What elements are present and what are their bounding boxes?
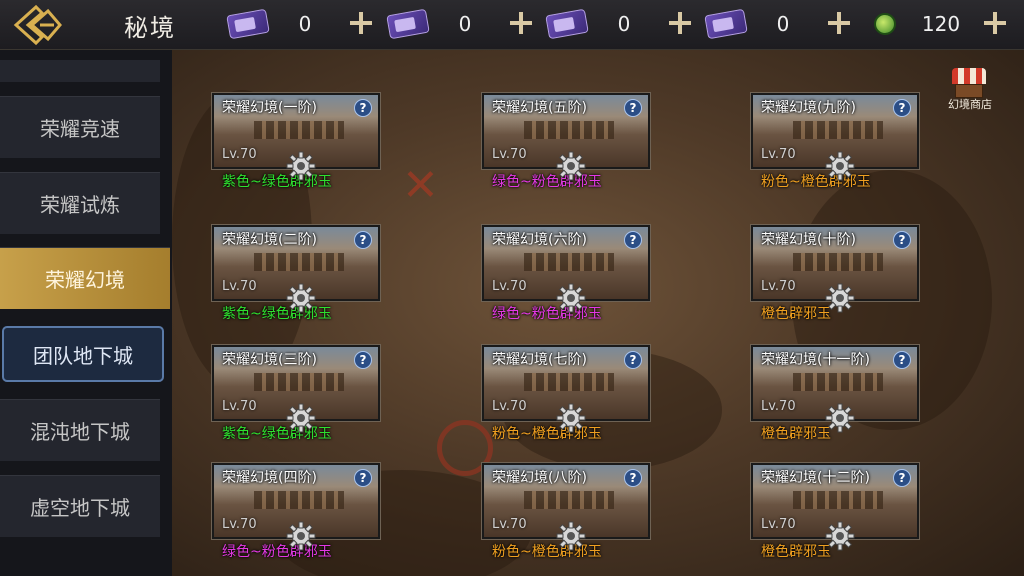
- dungeon-name: 荣耀幻境(十阶): [761, 232, 856, 248]
- dungeon-card[interactable]: 荣耀幻境(一阶)? Lv.70 紫色~绿色辟邪玉: [212, 93, 380, 190]
- resource-ticket-2: 0: [386, 8, 538, 40]
- help-icon[interactable]: ?: [624, 99, 642, 117]
- help-icon[interactable]: ?: [893, 231, 911, 249]
- resource-coin: 120: [866, 8, 1016, 40]
- sidebar-top-bar: [0, 60, 160, 82]
- add-resource-button[interactable]: [982, 10, 1008, 36]
- dungeon-level: Lv.70: [222, 399, 257, 414]
- resource-count: 0: [617, 12, 631, 36]
- dungeon-card[interactable]: 荣耀幻境(十二阶)? Lv.70 橙色辟邪玉: [751, 463, 919, 560]
- dungeon-name: 荣耀幻境(四阶): [222, 470, 317, 486]
- resource-count: 0: [298, 12, 312, 36]
- dungeon-level: Lv.70: [222, 517, 257, 532]
- sidebar-item-void-dungeon[interactable]: 虚空地下城: [0, 475, 160, 537]
- resource-ticket-4: 0: [704, 8, 856, 40]
- gear-icon[interactable]: [286, 521, 316, 551]
- help-icon[interactable]: ?: [893, 99, 911, 117]
- top-bar: 秘境 0 0 0 0 120: [0, 0, 1024, 50]
- help-icon[interactable]: ?: [893, 469, 911, 487]
- dungeon-card[interactable]: 荣耀幻境(四阶)? Lv.70 绿色~粉色辟邪玉: [212, 463, 380, 560]
- help-icon[interactable]: ?: [354, 231, 372, 249]
- purple-ticket-icon: [545, 8, 589, 40]
- add-resource-button[interactable]: [667, 10, 693, 36]
- add-resource-button[interactable]: [348, 10, 374, 36]
- dungeon-level: Lv.70: [222, 147, 257, 162]
- dungeon-card[interactable]: 荣耀幻境(七阶)? Lv.70 粉色~橙色辟邪玉: [482, 345, 650, 442]
- help-icon[interactable]: ?: [354, 99, 372, 117]
- gear-icon[interactable]: [286, 403, 316, 433]
- resource-count: 120: [921, 12, 961, 36]
- resource-ticket-3: 0: [545, 8, 697, 40]
- dungeon-card[interactable]: 荣耀幻境(十阶)? Lv.70 橙色辟邪玉: [751, 225, 919, 322]
- add-resource-button[interactable]: [508, 10, 534, 36]
- sidebar-item-chaos-dungeon[interactable]: 混沌地下城: [0, 399, 160, 461]
- dungeon-card[interactable]: 荣耀幻境(六阶)? Lv.70 绿色~粉色辟邪玉: [482, 225, 650, 322]
- dungeon-level: Lv.70: [222, 279, 257, 294]
- dungeon-level: Lv.70: [492, 147, 527, 162]
- gear-icon[interactable]: [286, 151, 316, 181]
- add-resource-button[interactable]: [826, 10, 852, 36]
- dungeon-name: 荣耀幻境(七阶): [492, 352, 587, 368]
- purple-ticket-icon: [226, 8, 270, 40]
- dungeon-drop-info: 橙色辟邪玉: [761, 544, 831, 560]
- resource-count: 0: [458, 12, 472, 36]
- dungeon-level: Lv.70: [492, 517, 527, 532]
- dungeon-name: 荣耀幻境(八阶): [492, 470, 587, 486]
- dungeon-name: 荣耀幻境(九阶): [761, 100, 856, 116]
- dungeon-name: 荣耀幻境(一阶): [222, 100, 317, 116]
- green-coin-icon: [874, 13, 896, 35]
- dungeon-card[interactable]: 荣耀幻境(八阶)? Lv.70 粉色~橙色辟邪玉: [482, 463, 650, 560]
- help-icon[interactable]: ?: [624, 231, 642, 249]
- dungeon-level: Lv.70: [492, 399, 527, 414]
- illusion-shop-button[interactable]: 幻境商店: [944, 66, 996, 112]
- dungeon-drop-info: 橙色辟邪玉: [761, 426, 831, 442]
- gear-icon[interactable]: [286, 283, 316, 313]
- help-icon[interactable]: ?: [354, 351, 372, 369]
- dungeon-card[interactable]: 荣耀幻境(九阶)? Lv.70 粉色~橙色辟邪玉: [751, 93, 919, 190]
- help-icon[interactable]: ?: [354, 469, 372, 487]
- gear-icon[interactable]: [556, 151, 586, 181]
- gear-icon[interactable]: [825, 283, 855, 313]
- dungeon-level: Lv.70: [492, 279, 527, 294]
- dungeon-level: Lv.70: [761, 147, 796, 162]
- resource-ticket-1: 0: [226, 8, 378, 40]
- dungeon-card[interactable]: 荣耀幻境(三阶)? Lv.70 紫色~绿色辟邪玉: [212, 345, 380, 442]
- gear-icon[interactable]: [556, 521, 586, 551]
- dungeon-level: Lv.70: [761, 279, 796, 294]
- sidebar: 荣耀竞速 荣耀试炼 荣耀幻境 团队地下城 混沌地下城 虚空地下城: [0, 50, 172, 576]
- help-icon[interactable]: ?: [893, 351, 911, 369]
- map-x-mark: ✕: [402, 160, 439, 211]
- back-arrow-icon[interactable]: [10, 4, 66, 46]
- sidebar-item-glory-illusion[interactable]: 荣耀幻境: [0, 247, 170, 309]
- dungeon-level: Lv.70: [761, 399, 796, 414]
- dungeon-name: 荣耀幻境(五阶): [492, 100, 587, 116]
- help-icon[interactable]: ?: [624, 351, 642, 369]
- dungeon-name: 荣耀幻境(十二阶): [761, 470, 870, 486]
- dungeon-level: Lv.70: [761, 517, 796, 532]
- gear-icon[interactable]: [556, 403, 586, 433]
- dungeon-name: 荣耀幻境(六阶): [492, 232, 587, 248]
- purple-ticket-icon: [704, 8, 748, 40]
- dungeon-name: 荣耀幻境(二阶): [222, 232, 317, 248]
- help-icon[interactable]: ?: [624, 469, 642, 487]
- gear-icon[interactable]: [825, 151, 855, 181]
- dungeon-card[interactable]: 荣耀幻境(十一阶)? Lv.70 橙色辟邪玉: [751, 345, 919, 442]
- sidebar-item-glory-trial[interactable]: 荣耀试炼: [0, 172, 160, 234]
- sidebar-item-team-dungeon[interactable]: 团队地下城: [2, 326, 164, 382]
- dungeon-drop-info: 橙色辟邪玉: [761, 306, 831, 322]
- dungeon-name: 荣耀幻境(十一阶): [761, 352, 870, 368]
- shop-awning-icon: [952, 68, 986, 84]
- gear-icon[interactable]: [556, 283, 586, 313]
- dungeon-name: 荣耀幻境(三阶): [222, 352, 317, 368]
- purple-ticket-icon: [386, 8, 430, 40]
- resource-count: 0: [776, 12, 790, 36]
- dungeon-card[interactable]: 荣耀幻境(五阶)? Lv.70 绿色~粉色辟邪玉: [482, 93, 650, 190]
- gear-icon[interactable]: [825, 403, 855, 433]
- dungeon-card[interactable]: 荣耀幻境(二阶)? Lv.70 紫色~绿色辟邪玉: [212, 225, 380, 322]
- page-title: 秘境: [124, 14, 176, 42]
- shop-label: 幻境商店: [948, 98, 992, 111]
- sidebar-item-glory-race[interactable]: 荣耀竞速: [0, 96, 160, 158]
- gear-icon[interactable]: [825, 521, 855, 551]
